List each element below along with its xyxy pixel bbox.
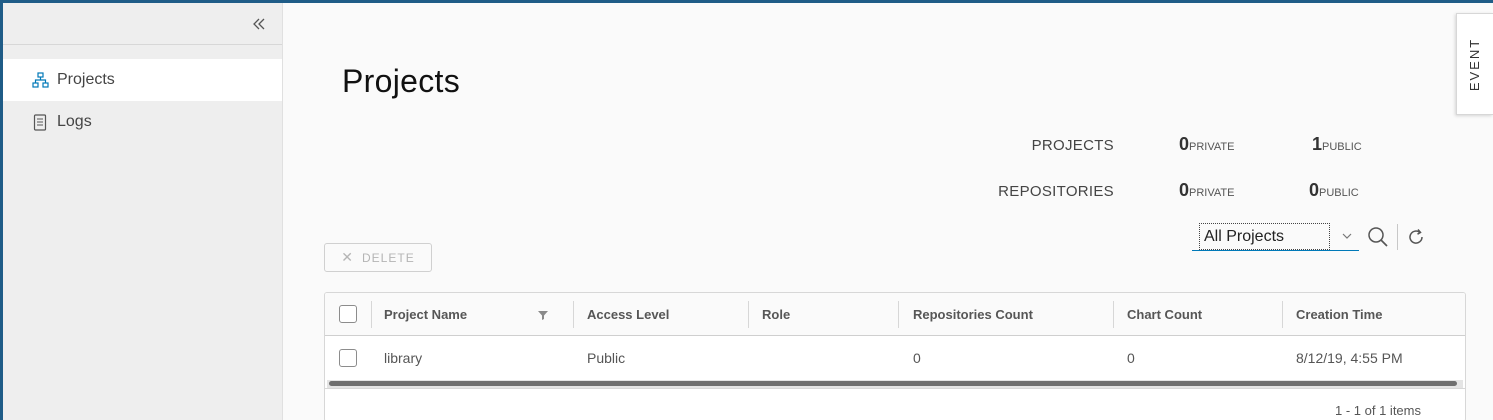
double-chevron-left-icon[interactable] — [250, 15, 268, 33]
funnel-icon[interactable] — [537, 308, 549, 320]
projects-private-count: 0 — [1179, 134, 1190, 154]
project-filter-value[interactable]: All Projects — [1199, 223, 1330, 250]
projects-public-count: 1 — [1312, 134, 1323, 154]
project-name-link[interactable]: library — [384, 336, 422, 379]
sidebar-nav: Projects Logs — [3, 59, 282, 143]
column-header-repositories-count[interactable]: Repositories Count — [913, 293, 1033, 335]
chart-count-cell: 0 — [1127, 349, 1135, 366]
projects-summary-label: PROJECTS — [1031, 137, 1114, 154]
select-all-checkbox[interactable] — [339, 305, 357, 323]
sidebar-item-logs[interactable]: Logs — [3, 101, 282, 143]
projects-icon — [31, 71, 49, 89]
sidebar-item-projects[interactable]: Projects — [3, 59, 282, 101]
repositories-private-stat: 0 PRIVATE — [1179, 180, 1234, 201]
repositories-private-label: PRIVATE — [1189, 187, 1235, 199]
horizontal-scrollbar[interactable] — [327, 380, 1463, 388]
creation-time-cell: 8/12/19, 4:55 PM — [1296, 349, 1403, 366]
table-row: library Public 0 0 8/12/19, 4:55 PM — [325, 336, 1465, 379]
repositories-public-count: 0 — [1309, 180, 1320, 200]
projects-private-stat: 0 PRIVATE — [1179, 134, 1234, 155]
project-filter-toolbar: All Projects — [1192, 223, 1428, 251]
repositories-public-label: PUBLIC — [1319, 187, 1359, 199]
column-header-chart-count[interactable]: Chart Count — [1127, 293, 1202, 335]
repositories-summary-label: REPOSITORIES — [998, 183, 1114, 200]
toolbar-divider — [1397, 224, 1398, 250]
refresh-icon[interactable] — [1404, 225, 1428, 249]
table-header: Project Name Access Level Role Repositor… — [325, 293, 1465, 336]
access-level-cell: Public — [587, 349, 626, 366]
sidebar-item-label: Logs — [57, 113, 92, 130]
delete-button[interactable]: ✕ DELETE — [324, 243, 432, 272]
column-header-project-name[interactable]: Project Name — [384, 293, 467, 335]
repositories-count-cell: 0 — [913, 349, 921, 366]
repositories-public-stat: 0 PUBLIC — [1309, 180, 1359, 201]
close-icon: ✕ — [341, 249, 355, 265]
sidebar-collapse-row — [3, 3, 282, 45]
projects-public-label: PUBLIC — [1322, 141, 1362, 153]
summary-stats: PROJECTS 0 PRIVATE 1 PUBLIC REPOSITORIES… — [984, 131, 1404, 223]
projects-private-label: PRIVATE — [1189, 141, 1235, 153]
pagination-summary: 1 - 1 of 1 items — [1335, 403, 1421, 418]
column-header-role[interactable]: Role — [762, 293, 790, 335]
summary-projects: PROJECTS 0 PRIVATE 1 PUBLIC — [984, 131, 1404, 177]
repositories-private-count: 0 — [1179, 180, 1190, 200]
chevron-down-icon — [1341, 229, 1353, 241]
event-tab-label: EVENT — [1467, 37, 1483, 91]
scrollbar-thumb[interactable] — [329, 381, 1457, 386]
main-content: Projects PROJECTS 0 PRIVATE 1 PUBLIC REP… — [284, 3, 1493, 420]
column-header-access-level[interactable]: Access Level — [587, 293, 669, 335]
projects-table: Project Name Access Level Role Repositor… — [324, 292, 1466, 420]
projects-public-stat: 1 PUBLIC — [1312, 134, 1362, 155]
row-checkbox[interactable] — [339, 348, 357, 367]
select-all-cell — [339, 293, 357, 335]
table-footer: 1 - 1 of 1 items — [325, 388, 1465, 420]
sidebar: Projects Logs — [3, 3, 283, 420]
page-title: Projects — [342, 63, 460, 99]
sidebar-item-label: Projects — [57, 71, 115, 88]
project-filter-select[interactable]: All Projects — [1192, 223, 1359, 251]
delete-button-label: DELETE — [362, 250, 415, 265]
event-panel-tab[interactable]: EVENT — [1456, 13, 1493, 115]
row-select-cell — [339, 336, 357, 379]
column-header-creation-time[interactable]: Creation Time — [1296, 293, 1382, 335]
summary-repositories: REPOSITORIES 0 PRIVATE 0 PUBLIC — [984, 177, 1404, 223]
logs-icon — [31, 113, 49, 131]
search-icon[interactable] — [1365, 224, 1391, 250]
